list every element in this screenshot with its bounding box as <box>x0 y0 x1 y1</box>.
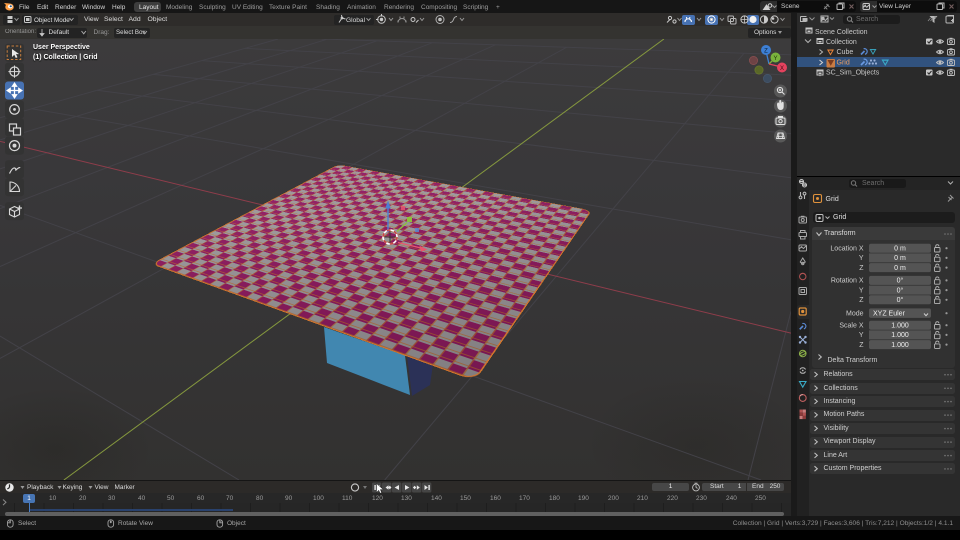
svg-text:Rotation X: Rotation X <box>831 278 864 285</box>
svg-text:0°: 0° <box>897 286 904 294</box>
svg-text:Y: Y <box>859 287 864 294</box>
svg-text:0 m: 0 m <box>894 246 906 253</box>
svg-text:1.000: 1.000 <box>891 323 909 330</box>
svg-text:Z: Z <box>859 265 864 272</box>
svg-text:SC_Sim_Objects: SC_Sim_Objects <box>826 70 880 77</box>
svg-text:Z: Z <box>859 297 864 304</box>
svg-text:Y: Y <box>859 255 864 262</box>
svg-text:Z: Z <box>859 342 864 349</box>
svg-text:Grid: Grid <box>837 60 850 67</box>
svg-text:0 m: 0 m <box>894 255 906 262</box>
svg-text:Y: Y <box>773 56 777 62</box>
svg-text:Mode: Mode <box>846 311 864 318</box>
svg-text:Location X: Location X <box>830 246 863 253</box>
svg-text:0°: 0° <box>897 277 904 285</box>
svg-text:Scale X: Scale X <box>839 323 863 330</box>
svg-text:1.000: 1.000 <box>891 342 909 349</box>
svg-text:Y: Y <box>859 332 864 339</box>
svg-text:Z: Z <box>764 48 768 54</box>
svg-text:Scene Collection: Scene Collection <box>815 29 868 36</box>
svg-text:Cube: Cube <box>837 49 854 56</box>
svg-text:1.000: 1.000 <box>891 332 909 339</box>
svg-text:0°: 0° <box>897 296 904 304</box>
svg-text:0 m: 0 m <box>894 265 906 272</box>
svg-text:XYZ Euler: XYZ Euler <box>873 311 906 318</box>
svg-text:X: X <box>780 66 784 72</box>
svg-text:Collection: Collection <box>826 39 857 46</box>
